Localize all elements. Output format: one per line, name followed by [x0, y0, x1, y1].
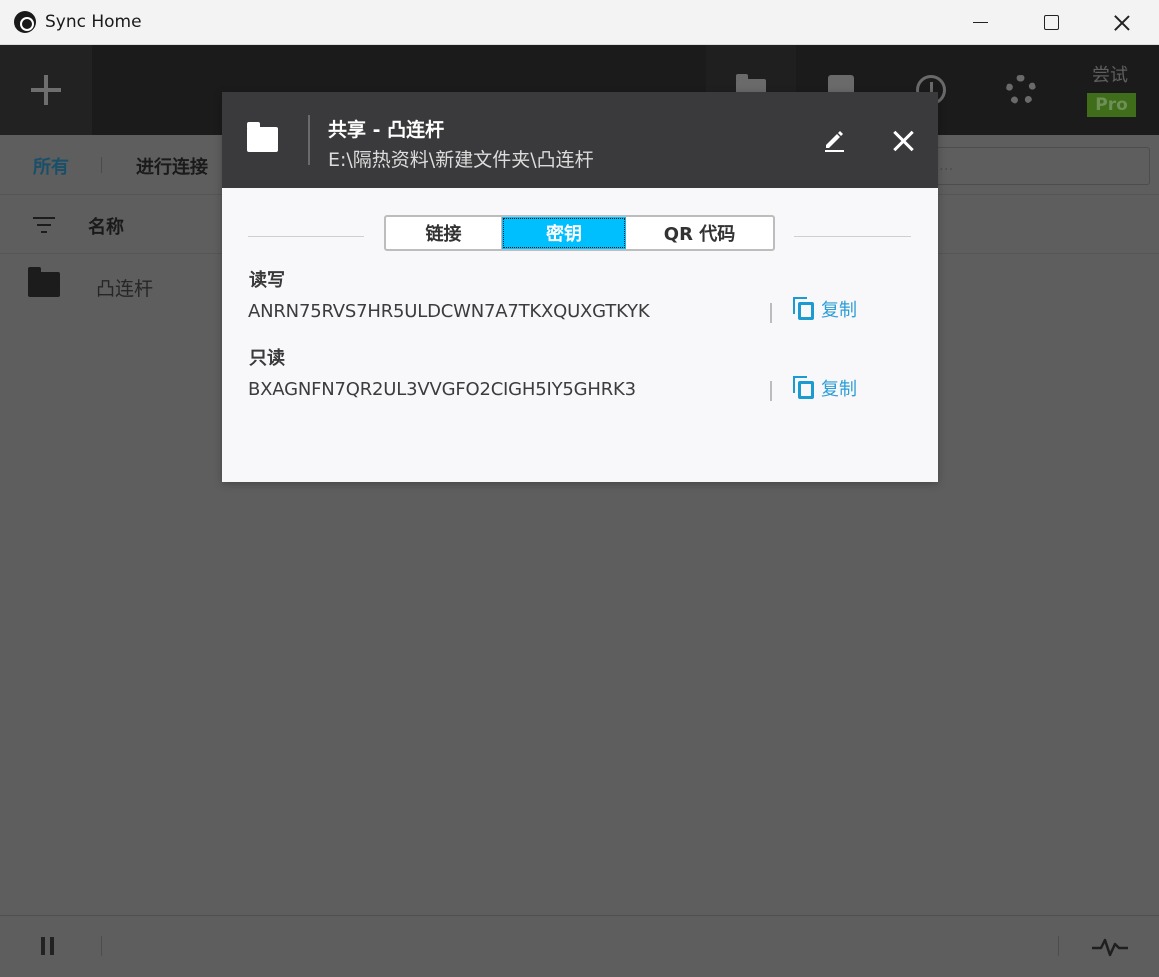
- read-write-key: ANRN75RVS7HR5ULDCWN7A7TKXQUXGTKYK: [248, 301, 650, 322]
- filter-all-tab[interactable]: 所有: [33, 153, 69, 179]
- trial-label[interactable]: 尝试: [1092, 61, 1128, 87]
- sort-icon[interactable]: [33, 217, 55, 233]
- search-input[interactable]: ...: [930, 147, 1150, 185]
- copy-divider: [770, 381, 772, 401]
- status-divider: [101, 936, 102, 956]
- read-write-label: 读写: [249, 270, 285, 291]
- app-logo-icon: [14, 11, 36, 33]
- window-title: Sync Home: [45, 12, 142, 32]
- close-icon: [1114, 15, 1130, 31]
- pause-icon[interactable]: [40, 937, 56, 955]
- share-dialog: 共享 - 凸连杆 E:\隔热资料\新建文件夹\凸连杆 链接 密钥 QR 代码 读…: [222, 92, 938, 482]
- read-only-key: BXAGNFN7QR2UL3VVGFO2CIGH5IY5GHRK3: [248, 379, 636, 400]
- search-placeholder: ...: [939, 156, 954, 174]
- header-divider: [308, 115, 310, 165]
- edit-icon[interactable]: [822, 128, 846, 152]
- status-bar: [0, 915, 1159, 977]
- copy-divider: [770, 303, 772, 323]
- close-window-button[interactable]: [1087, 0, 1157, 45]
- activity-icon[interactable]: [1092, 936, 1128, 958]
- plus-icon: [31, 75, 61, 105]
- copy-icon: [793, 297, 815, 321]
- minimize-button[interactable]: [945, 0, 1015, 45]
- tab-key[interactable]: 密钥: [502, 217, 626, 249]
- filter-connecting-tab[interactable]: 进行连接: [136, 153, 208, 179]
- folder-icon: [28, 267, 60, 297]
- read-only-label: 只读: [249, 348, 285, 369]
- tab-link[interactable]: 链接: [386, 217, 502, 249]
- copy-read-write-button[interactable]: 复制: [793, 296, 857, 322]
- folder-name: 凸连杆: [96, 278, 154, 300]
- copy-label: 复制: [821, 300, 857, 321]
- dialog-title: 共享 - 凸连杆: [328, 119, 445, 141]
- dialog-header: 共享 - 凸连杆 E:\隔热资料\新建文件夹\凸连杆: [222, 92, 938, 188]
- gear-icon: [1006, 75, 1036, 105]
- share-tabs: 链接 密钥 QR 代码: [384, 215, 775, 251]
- minimize-icon: [972, 21, 988, 24]
- add-folder-button[interactable]: [0, 45, 92, 135]
- maximize-button[interactable]: [1016, 0, 1086, 45]
- folder-path: E:\隔热资料\新建文件夹\凸连杆: [328, 149, 594, 171]
- folder-icon: [247, 122, 278, 152]
- pro-badge[interactable]: Pro: [1087, 93, 1136, 117]
- copy-icon: [793, 376, 815, 400]
- copy-read-only-button[interactable]: 复制: [793, 375, 857, 401]
- settings-button[interactable]: [976, 45, 1066, 135]
- name-column-header[interactable]: 名称: [88, 213, 124, 239]
- tab-qr-code[interactable]: QR 代码: [626, 217, 773, 249]
- filter-divider: [101, 157, 102, 173]
- close-dialog-button[interactable]: [892, 130, 914, 152]
- copy-label: 复制: [821, 379, 857, 400]
- tab-divider-right: [794, 236, 911, 237]
- window-titlebar: Sync Home: [0, 0, 1159, 45]
- maximize-icon: [1043, 15, 1059, 30]
- tab-divider-left: [248, 236, 364, 237]
- status-divider: [1058, 936, 1059, 956]
